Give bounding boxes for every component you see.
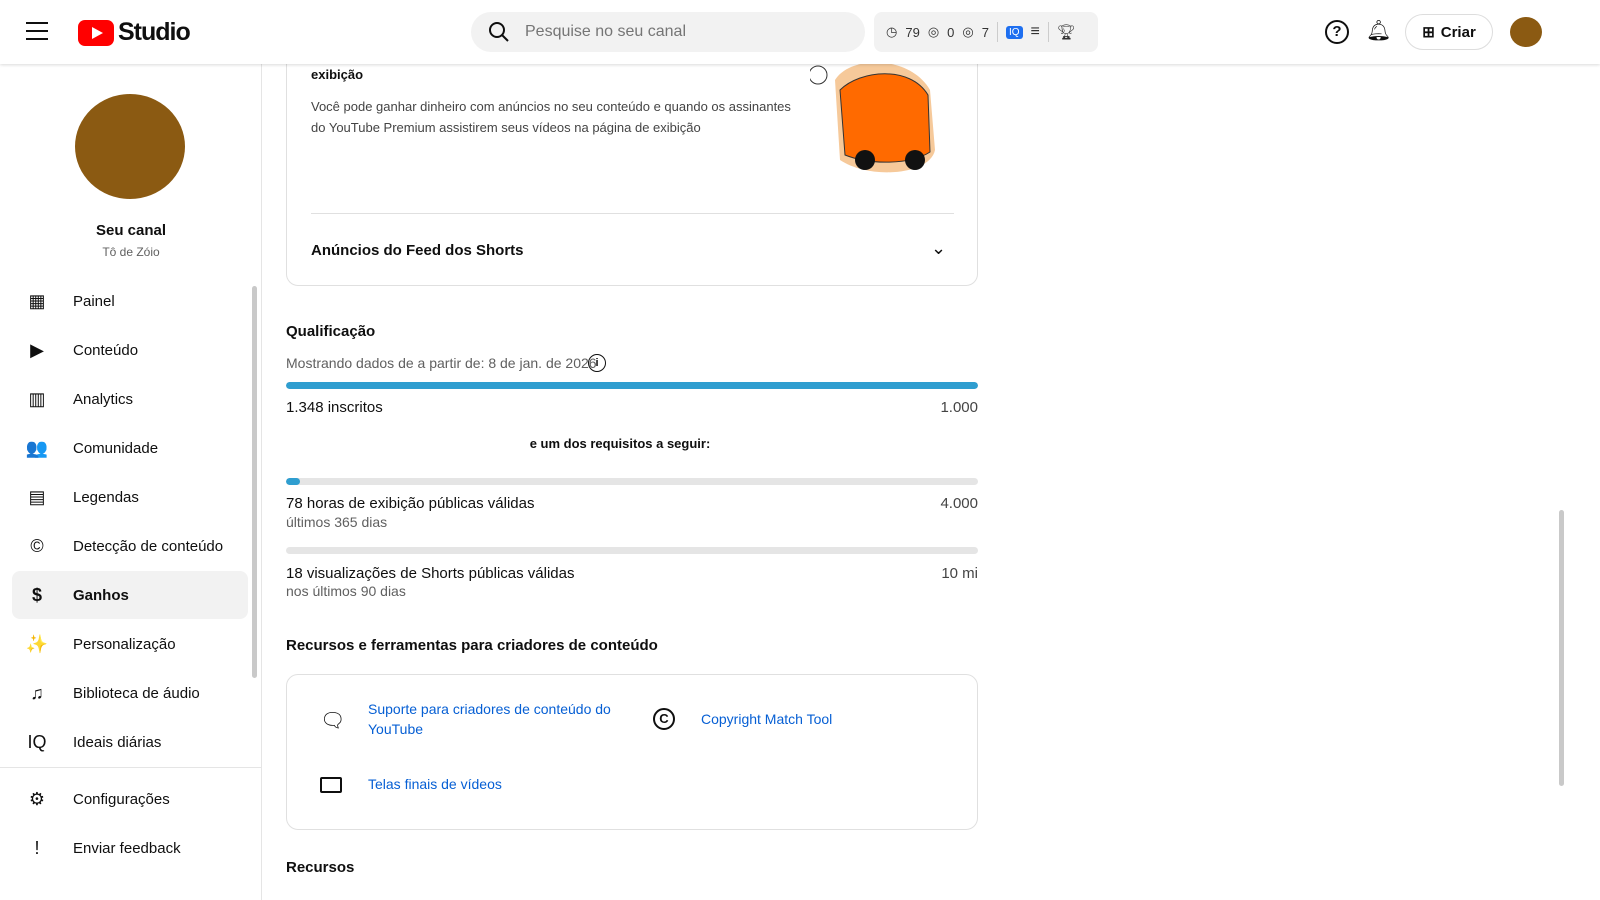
- sidebar-item-label: Personalização: [73, 635, 176, 653]
- sidebar-item-label: Conteúdo: [73, 341, 139, 359]
- subscribers-progress: [286, 382, 978, 389]
- sidebar-item-label: Ganhos: [73, 586, 129, 604]
- vidiq-icon[interactable]: IQ: [1005, 25, 1023, 39]
- top-bar: Studio ◷79 ◎0 ◎7 IQ ≡ 🏆︎ ? 🔔︎ ⊞Criar: [0, 0, 1600, 64]
- sidebar-item-label: Detecção de conteúdo: [73, 537, 224, 555]
- sidebar-icon: ♫: [30, 682, 44, 703]
- tools-title: Recursos e ferramentas para criadores de…: [286, 637, 658, 654]
- eye-icon: ◎: [962, 24, 974, 39]
- sidebar-item-label: Configurações: [73, 790, 170, 808]
- subscribers-count: 1.348 inscritos: [286, 399, 383, 416]
- info-icon[interactable]: i: [588, 354, 606, 372]
- channel-avatar[interactable]: [75, 94, 185, 199]
- subscribers-goal: 1.000: [940, 399, 978, 416]
- bell-icon[interactable]: 🔔︎: [1366, 18, 1391, 43]
- sidebar-icon: 👥: [25, 437, 49, 458]
- sidebar-item-label: Ideais diárias: [73, 733, 162, 751]
- clock-icon: ◷: [886, 24, 898, 39]
- sidebar-scrollbar[interactable]: [252, 286, 257, 678]
- watch-hours-label: 78 horas de exibição públicas válidas: [286, 495, 535, 512]
- sidebar-item-3[interactable]: 👥 Comunidade: [12, 424, 248, 472]
- shorts-ads-section[interactable]: Anúncios do Feed dos Shorts: [311, 242, 524, 259]
- sidebar-bottom-item-1[interactable]: ! Enviar feedback: [12, 824, 248, 872]
- ads-title: exibição: [311, 67, 364, 82]
- search-box[interactable]: [471, 12, 865, 52]
- sidebar-icon: ▶: [30, 339, 44, 360]
- watch-hours-progress: [286, 478, 978, 485]
- sidebar: Seu canal Tô de Zóio ▦ Painel ▶ Conteúdo ▥ An…: [0, 64, 262, 900]
- sidebar-icon: ▦: [28, 290, 46, 311]
- watch-hours-goal: 4.000: [940, 495, 978, 512]
- search-icon: [489, 22, 509, 42]
- sidebar-item-label: Legendas: [73, 488, 139, 506]
- ads-illustration: [808, 60, 935, 178]
- shorts-views-label: 18 visualizações de Shorts públicas váli…: [286, 565, 575, 582]
- eye-icon: ◎: [927, 24, 940, 39]
- youtube-logo-icon: [78, 19, 114, 46]
- creator-support-link[interactable]: Suporte para criadores de conteúdo do Yo…: [368, 699, 618, 739]
- sidebar-item-label: Analytics: [73, 390, 134, 408]
- list-icon[interactable]: ≡: [1031, 23, 1040, 41]
- requirements-text: e um dos requisitos a seguir:: [529, 436, 711, 451]
- copyright-match-tool-link[interactable]: Copyright Match Tool: [701, 709, 832, 729]
- end-screens-link[interactable]: Telas finais de vídeos: [368, 774, 502, 794]
- copyright-icon: C: [653, 708, 675, 730]
- trophy-icon[interactable]: 🏆︎: [1057, 23, 1076, 41]
- sidebar-item-label: Painel: [73, 292, 115, 310]
- video-add-icon: ⊞: [1422, 24, 1435, 41]
- resources-title: Recursos: [286, 859, 355, 876]
- sidebar-item-label: Biblioteca de áudio: [73, 684, 200, 702]
- sidebar-item-label: Enviar feedback: [73, 839, 181, 857]
- sidebar-item-label: Comunidade: [73, 439, 159, 457]
- feedback-message-icon: 🗨︎: [320, 710, 346, 732]
- sidebar-icon: ✨: [25, 633, 49, 654]
- page-scrollbar[interactable]: [1559, 510, 1564, 786]
- sidebar-icon: $: [31, 584, 42, 605]
- extension-toolbar: ◷ 79 ◎ 0 ◎ 7 IQ ≡ 🏆︎: [874, 12, 1098, 52]
- account-avatar[interactable]: [1510, 17, 1542, 47]
- shorts-views-goal: 10 mi: [941, 565, 978, 582]
- sidebar-icon: IQ: [27, 731, 47, 752]
- menu-icon[interactable]: [26, 22, 48, 40]
- help-icon[interactable]: ?: [1325, 20, 1349, 44]
- studio-logo[interactable]: Studio: [78, 18, 191, 47]
- sidebar-item-7[interactable]: ✨ Personalização: [12, 620, 248, 668]
- watch-hours-period: últimos 365 dias: [286, 514, 388, 530]
- channel-name: Tô de Zóio: [102, 245, 160, 259]
- end-screen-icon: [320, 777, 342, 793]
- sidebar-bottom-item-0[interactable]: ⚙ Configurações: [12, 775, 248, 823]
- shorts-views-period: nos últimos 90 dias: [286, 583, 406, 599]
- sidebar-item-1[interactable]: ▶ Conteúdo: [12, 326, 248, 374]
- tools-card: [286, 674, 978, 830]
- sidebar-icon: ▤: [28, 486, 46, 507]
- search-input[interactable]: [525, 23, 825, 41]
- qualification-title: Qualificação: [286, 323, 376, 340]
- sidebar-item-0[interactable]: ▦ Painel: [12, 277, 248, 325]
- sidebar-icon: ©: [30, 535, 44, 556]
- chevron-down-icon[interactable]: ⌄: [931, 238, 946, 259]
- sidebar-icon: ⚙: [28, 788, 46, 809]
- channel-title: Seu canal: [95, 222, 167, 239]
- sidebar-item-9[interactable]: IQ Ideais diárias: [12, 718, 248, 766]
- qualification-date: Mostrando dados de a partir de: 8 de jan…: [286, 355, 597, 371]
- sidebar-item-6[interactable]: $ Ganhos: [12, 571, 248, 619]
- sidebar-item-2[interactable]: ▥ Analytics: [12, 375, 248, 423]
- sidebar-icon: ▥: [28, 388, 46, 409]
- ads-description: Você pode ganhar dinheiro com anúncios n…: [311, 99, 791, 135]
- create-button[interactable]: ⊞ Criar: [1405, 14, 1493, 50]
- sidebar-item-8[interactable]: ♫ Biblioteca de áudio: [12, 669, 248, 717]
- sidebar-item-5[interactable]: © Detecção de conteúdo: [12, 522, 248, 570]
- sidebar-icon: !: [34, 837, 40, 858]
- sidebar-item-4[interactable]: ▤ Legendas: [12, 473, 248, 521]
- shorts-views-progress: [286, 547, 978, 554]
